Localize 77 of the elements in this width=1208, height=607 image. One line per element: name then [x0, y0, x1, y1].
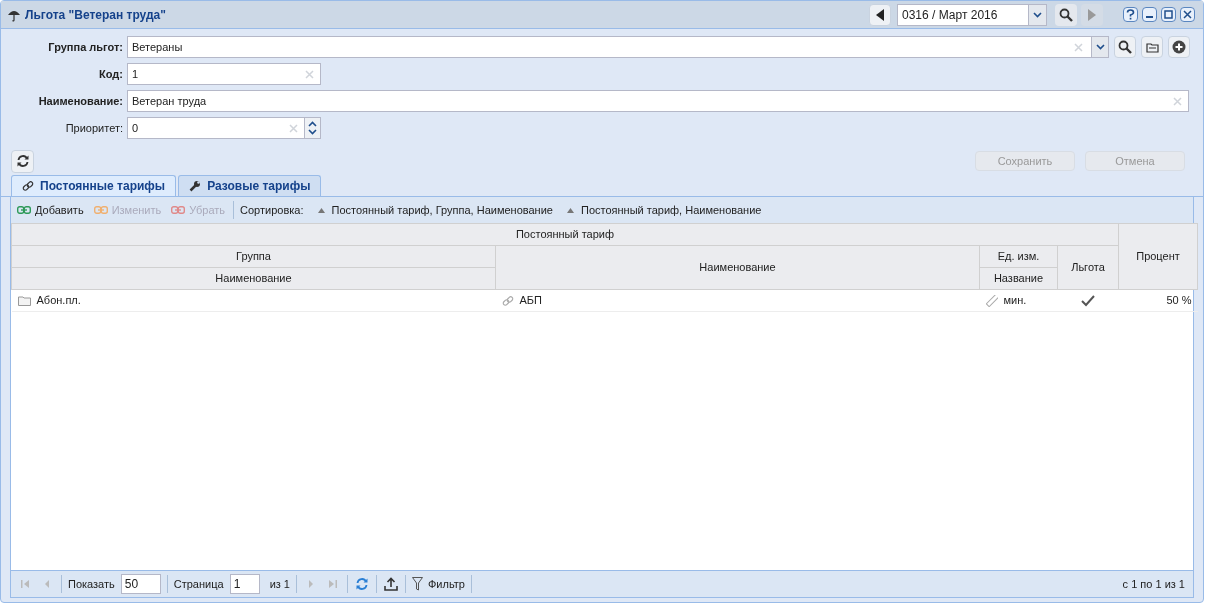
column-header[interactable]: Группа — [11, 245, 496, 268]
link-icon — [501, 294, 514, 307]
folder-button[interactable] — [1141, 36, 1163, 58]
refresh-button[interactable] — [11, 149, 34, 173]
table-cell-text: мин. — [1003, 293, 1027, 309]
triangle-left-icon — [875, 7, 885, 22]
chevron-down-icon — [308, 129, 317, 135]
search-button[interactable] — [1114, 36, 1136, 58]
chevron-up-icon — [308, 121, 317, 127]
close-icon — [1183, 10, 1192, 19]
field-label: Код: — [98, 66, 124, 82]
wrench-icon — [189, 180, 202, 192]
link-icon — [171, 206, 186, 214]
page-field[interactable]: 1 — [229, 574, 260, 594]
input-field[interactable]: Ветераны — [127, 36, 1109, 58]
search-button[interactable] — [1055, 3, 1077, 26]
triangle-right-icon — [306, 579, 316, 589]
column-header[interactable]: Процент — [1118, 223, 1198, 290]
column-header[interactable]: Наименование — [495, 245, 980, 290]
search-icon — [1118, 40, 1132, 54]
table-cell-text: Абон.пл. — [36, 293, 81, 309]
pager-summary: с 1 по 1 из 1 — [1122, 576, 1185, 592]
triangle-up-icon — [566, 207, 574, 213]
column-header[interactable]: Наименование — [11, 267, 496, 290]
first-page-icon — [20, 579, 30, 589]
upload-icon — [384, 577, 398, 591]
field-label: Группа льгот: — [47, 39, 124, 55]
search-icon — [1059, 7, 1073, 22]
sort-label: Сортировка: — [240, 202, 304, 218]
period-field[interactable]: 0316 / Март 2016 — [897, 3, 1047, 26]
filter-icon — [412, 577, 423, 591]
column-header[interactable]: Льгота — [1057, 245, 1119, 290]
sort-button[interactable]: Постоянный тариф, Группа, Наименование — [317, 201, 553, 219]
triangle-up-icon — [317, 207, 325, 213]
dropdown-button[interactable] — [1028, 4, 1046, 25]
input-field[interactable]: 1 — [127, 63, 321, 85]
table-cell: 50 % — [1118, 289, 1198, 312]
previous-period-button[interactable] — [869, 3, 891, 26]
column-header[interactable]: Постоянный тариф — [11, 223, 1119, 246]
add-button[interactable] — [1168, 36, 1190, 58]
spinner-button[interactable] — [304, 118, 320, 138]
maximize-icon — [1164, 10, 1173, 19]
toolbar-button[interactable]: Добавить — [15, 201, 86, 219]
field-label: Наименование: — [37, 93, 124, 109]
pager-label: из 1 — [269, 576, 290, 592]
pager-label: Показать — [68, 576, 115, 592]
filter-button[interactable]: Фильтр — [412, 575, 465, 593]
link-icon — [22, 180, 34, 192]
link-icon — [93, 206, 108, 214]
export-button[interactable] — [383, 576, 399, 592]
plus-icon — [1172, 40, 1186, 54]
sort-button[interactable]: Постоянный тариф, Наименование — [566, 201, 762, 219]
pager-label: Страница — [173, 576, 224, 592]
ruler-icon — [985, 294, 998, 307]
dropdown-button[interactable] — [1091, 37, 1108, 57]
maximize-button[interactable] — [1161, 7, 1176, 22]
last-page-icon — [328, 579, 338, 589]
chevron-down-icon — [1095, 44, 1105, 50]
page-size-field[interactable]: 50 — [120, 574, 161, 594]
tab[interactable]: Постоянные тарифы — [11, 175, 177, 196]
help-button[interactable] — [1123, 7, 1138, 22]
minimize-button[interactable] — [1142, 7, 1157, 22]
table-cell-text: АБП — [519, 293, 542, 309]
help-icon — [1126, 9, 1135, 20]
link-icon — [17, 206, 31, 214]
triangle-right-icon — [1087, 7, 1097, 22]
window-title: Льгота "Ветеран труда" — [25, 6, 166, 24]
refresh-icon — [15, 154, 30, 168]
refresh-icon — [355, 577, 369, 591]
input-field[interactable]: 0 — [127, 117, 321, 139]
input-field[interactable]: Ветеран труда — [127, 90, 1189, 112]
chevron-down-icon — [1033, 11, 1042, 18]
folder-icon — [1145, 41, 1159, 53]
tab[interactable]: Разовые тарифы — [178, 175, 322, 196]
field-label: Приоритет: — [64, 120, 124, 136]
folder-icon — [17, 295, 31, 306]
close-button[interactable] — [1180, 7, 1195, 22]
